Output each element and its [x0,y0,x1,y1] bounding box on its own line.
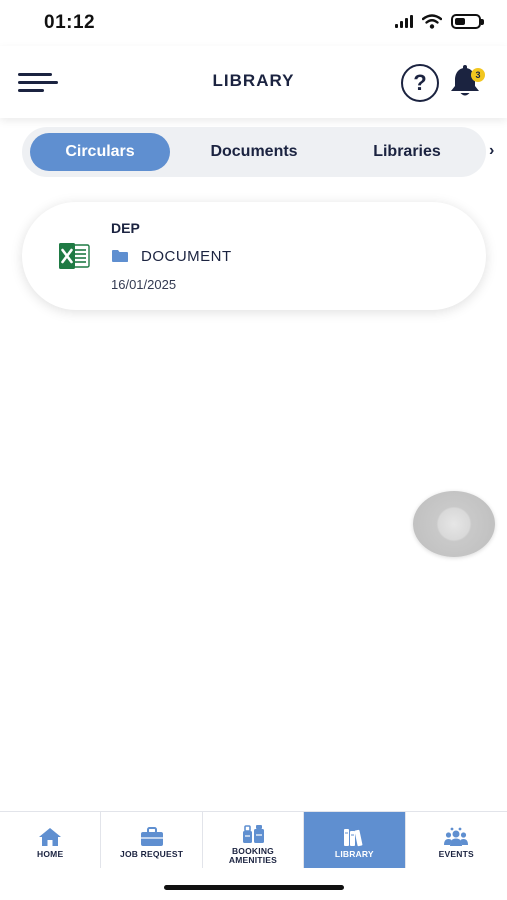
notification-badge: 3 [471,68,485,82]
tab-documents[interactable]: Documents [188,133,320,171]
nav-item-job-request[interactable]: JOB REQUEST [101,812,203,868]
briefcase-icon [140,827,163,846]
home-icon [39,828,62,846]
wifi-icon [422,14,442,29]
nav-item-booking-amenities[interactable]: BOOKING AMENITIES [203,812,305,868]
document-date: 16/01/2025 [111,277,177,292]
question-circle-icon[interactable]: ? [401,64,439,102]
nav-label-library: LIBRARY [334,849,374,859]
app-header: LIBRARY ? 3 [0,46,507,118]
nav-item-events[interactable]: EVENTS [406,812,507,868]
bottom-navigation: HOME JOB REQUEST BOOKING AMENITIES LIBRA… [0,811,507,868]
battery-level [455,18,465,25]
home-indicator [164,885,344,890]
nav-item-library[interactable]: LIBRARY [304,812,406,868]
document-title: DEP [111,220,140,236]
nav-label-job-request: JOB REQUEST [120,849,184,859]
status-bar: 01:12 [0,0,507,46]
nav-item-home[interactable]: HOME [0,812,102,868]
status-time: 01:12 [44,12,96,33]
nav-label-booking-amenities: BOOKING AMENITIES [228,846,278,865]
nav-label-events: EVENTS [438,849,474,859]
events-icon [444,827,469,846]
document-card[interactable]: DEP DOCUMENT 16/01/2025 [22,202,486,310]
document-folder-name: DOCUMENT [141,248,232,265]
status-icons [395,14,484,29]
battery-icon [451,14,484,29]
nav-label-home: HOME [37,849,64,859]
cellular-signal-icon [395,15,413,28]
books-icon [344,829,363,847]
folder-icon [112,250,128,262]
notification-button[interactable]: 3 [447,62,487,102]
tab-circulars[interactable]: Circulars [30,133,170,171]
tab-bar: Circulars Documents Libraries [22,127,486,177]
excel-file-icon [59,243,90,269]
floating-assist-button[interactable] [413,491,495,557]
booking-amenities-icon [242,825,264,843]
tab-libraries[interactable]: Libraries [340,133,474,171]
tab-scroll-right-arrow[interactable]: › [489,142,494,160]
